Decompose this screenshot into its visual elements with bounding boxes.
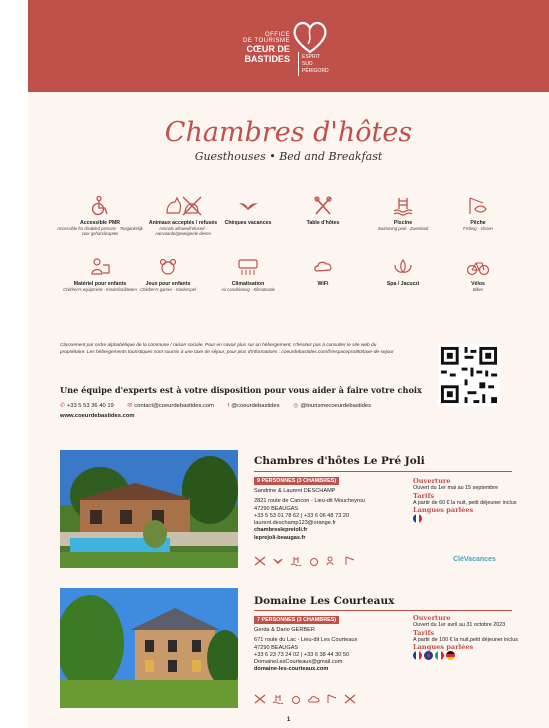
wheelchair-icon <box>91 195 108 216</box>
listing-rule <box>254 471 512 472</box>
fishing-icon <box>469 197 487 214</box>
heart-logo-icon <box>293 21 327 54</box>
swallow-icon <box>239 203 258 210</box>
pool-icon <box>290 557 302 566</box>
contact-instagram[interactable]: @tourismecoeurdebastides <box>300 403 371 409</box>
fishing-icon <box>345 556 355 565</box>
aircon-icon <box>238 259 258 275</box>
listing-title: Chambres d'hôtes Le Pré Joli <box>254 455 425 467</box>
clevacances-logo: CléVacances <box>453 556 496 563</box>
spa-icon <box>394 258 412 273</box>
contact-phone[interactable]: +33 5 53 36 40 19 <box>67 403 114 409</box>
mail-icon: ✉ <box>127 403 133 409</box>
pet-icon <box>166 196 202 216</box>
flag-de-icon <box>446 651 455 660</box>
experts-heading: Une équipe d'experts est à votre disposi… <box>60 385 422 395</box>
listing-email[interactable]: laurent.deschamp123@orange.fr <box>254 520 414 527</box>
amenity-games: Jeux pour enfants Children's games · Kin… <box>123 256 213 292</box>
listing-amenity-icons <box>254 556 356 566</box>
listing-photo-courteaux <box>60 588 238 708</box>
qr-code[interactable] <box>438 344 500 406</box>
phone-icon: ✆ <box>60 403 65 409</box>
listing-email[interactable]: DomaineLesCourteaux@gmail.com <box>254 659 414 666</box>
listing-details: Sandrine & Laurent DESCHAMP 2821 route d… <box>254 488 414 542</box>
cutlery-icon <box>254 694 266 704</box>
capacity-badge: 7 PERSONNES (3 CHAMBRES) <box>254 616 340 624</box>
logo-text: OFFICE DE TOURISME CŒUR DE BASTIDES <box>243 32 290 64</box>
baby-icon <box>326 556 334 566</box>
page-number: 1 <box>286 717 291 723</box>
amenity-bikes: Vélos Bikes <box>433 256 523 292</box>
wifi-icon <box>314 261 332 272</box>
listing-photo-pre-joli <box>60 450 238 568</box>
toy-icon <box>292 696 300 704</box>
logo-tagline: ESPRIT SUD PÉRIGORD <box>302 54 329 74</box>
contact-email[interactable]: contact@coeurdebastides.com <box>134 403 214 409</box>
amenity-fishing: Pêche Fishing · Vissen <box>433 195 523 231</box>
listing-website[interactable]: chambreslepreioli.fr <box>254 527 414 534</box>
flag-uk-icon <box>424 651 433 660</box>
listing-rule <box>254 610 512 611</box>
toy-icon <box>159 258 177 275</box>
instagram-icon: ◎ <box>293 403 299 409</box>
pool-icon <box>272 695 284 704</box>
listing-title: Domaine Les Courteaux <box>254 595 395 607</box>
info-paragraph: Classement par ordre alphabétique de la … <box>60 343 394 355</box>
swallow-icon <box>273 559 283 564</box>
pool-icon <box>393 198 413 216</box>
flag-fr-icon <box>413 651 422 660</box>
pet-icon <box>254 556 266 566</box>
listing-website[interactable]: domaine-les-courteaux.com <box>254 666 414 673</box>
amenity-wifi: WiFi <box>278 256 368 287</box>
listing-amenity-icons <box>254 694 356 704</box>
contact-facebook[interactable]: @coeurdebastides <box>231 403 279 409</box>
pet-icon <box>344 694 356 704</box>
toy-icon <box>310 558 318 566</box>
amenity-accessible: Accessible PMR Accessible for disabled p… <box>55 195 145 236</box>
baby-icon <box>91 258 110 275</box>
amenity-table: Table d'hôtes <box>278 195 368 226</box>
contact-line: ✆ +33 5 53 36 40 19 ✉ contact@coeurdebasti… <box>60 403 383 409</box>
listing-side-info: Ouverture Ouvert du 1er avril au 31 octo… <box>413 614 523 660</box>
cutlery-icon <box>314 196 332 215</box>
logo-divider <box>298 52 299 76</box>
flag-it-icon <box>435 651 444 660</box>
wifi-icon <box>308 696 320 703</box>
header-banner: OFFICE DE TOURISME CŒUR DE BASTIDES ESPR… <box>28 0 549 92</box>
page-subtitle: Guesthouses • Bed and Breakfast <box>194 150 383 163</box>
brochure-page: OFFICE DE TOURISME CŒUR DE BASTIDES ESPR… <box>28 0 549 728</box>
flag-fr-icon <box>413 514 422 523</box>
listing-side-info: Ouverture Ouvert du 1er mai au 15 septem… <box>413 477 523 523</box>
facebook-icon: f <box>227 403 230 409</box>
contact-website[interactable]: www.coeurdebastides.com <box>60 413 135 419</box>
bike-icon <box>466 262 490 276</box>
page-title: Chambres d'hôtes <box>164 117 413 148</box>
fishing-icon <box>327 694 337 703</box>
listing-details: Gerda & Dario GERBER 671 route du Lac - … <box>254 627 414 674</box>
capacity-badge: 9 PERSONNES (3 CHAMBRES) <box>254 477 340 485</box>
listing-website-2[interactable]: leprejoli-beaugas.fr <box>254 535 414 542</box>
